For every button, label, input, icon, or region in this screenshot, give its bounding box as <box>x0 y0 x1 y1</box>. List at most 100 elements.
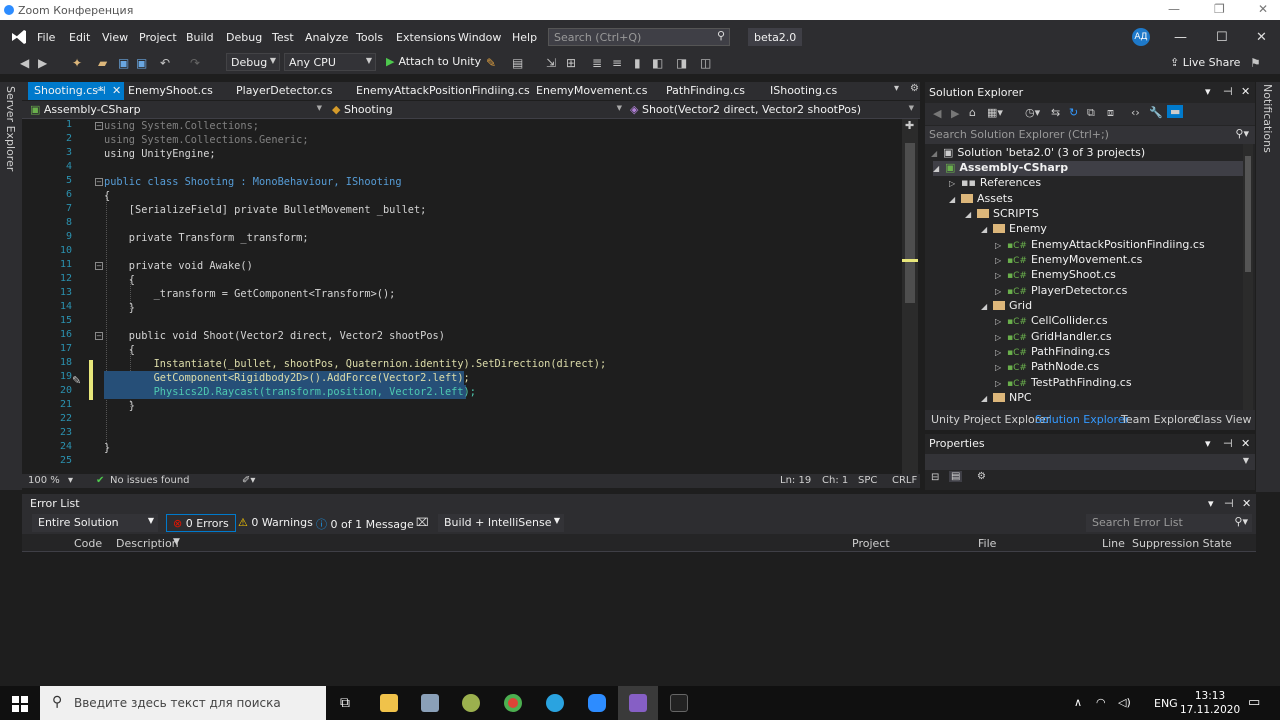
language-indicator[interactable]: ENG <box>1154 697 1178 710</box>
panel-menu-icon[interactable]: ▾ <box>1205 437 1211 450</box>
platform-dropdown[interactable]: Any CPU ▼ <box>284 53 376 71</box>
menu-file[interactable]: File <box>37 31 55 44</box>
class-dropdown[interactable]: ◆ Shooting ▼ <box>328 102 626 118</box>
tab-class-view[interactable]: Class View <box>1193 413 1252 426</box>
show-all-files-icon[interactable]: ⧈ <box>1107 106 1114 120</box>
tree-item-solution[interactable]: ◢ ▣ Solution 'beta2.0' (3 of 3 projects) <box>931 146 1145 161</box>
outdent-icon[interactable]: ≡ <box>612 56 622 70</box>
new-project-icon[interactable]: ✦ <box>72 56 82 70</box>
tree-item-npc[interactable]: ◢ NPC <box>981 391 1032 406</box>
menu-window[interactable]: Window <box>458 31 501 44</box>
chrome-icon[interactable] <box>504 694 522 712</box>
toggle-icon[interactable]: ⊞ <box>566 56 576 70</box>
tree-item-file[interactable]: ▷ ▪C# GridHandler.cs <box>995 330 1112 345</box>
fold-toggle-icon[interactable]: − <box>95 332 103 340</box>
scroll-thumb[interactable] <box>1245 156 1251 272</box>
notifications-strip[interactable]: Notifications <box>1256 82 1280 492</box>
wifi-icon[interactable]: ◠ <box>1096 696 1106 709</box>
zoom-dropdown-icon[interactable]: ▾ <box>68 475 73 486</box>
panel-menu-icon[interactable]: ▾ <box>1208 497 1214 510</box>
tree-item-file[interactable]: ▷ ▪C# TestPathFinding.cs <box>995 376 1132 391</box>
editor-scroll-thumb[interactable] <box>905 143 915 303</box>
settings-gear-icon[interactable]: ⚙ <box>910 83 919 94</box>
save-all-icon[interactable]: ▣ <box>136 56 147 70</box>
column-description[interactable]: Description <box>116 537 179 550</box>
panel-close-icon[interactable]: ✕ <box>1242 497 1251 510</box>
collapse-all-icon[interactable]: ⧉ <box>1087 106 1095 120</box>
unity-tool-icon[interactable]: ✎ <box>486 56 496 70</box>
preview-icon[interactable]: ▬ <box>1167 105 1184 118</box>
property-pages-icon[interactable]: ⚙ <box>977 471 986 482</box>
panel-pin-icon[interactable]: ⊣ <box>1223 85 1233 98</box>
tree-item-file[interactable]: ▷ ▪C# PathFinding.cs <box>995 345 1110 360</box>
column-suppression-state[interactable]: Suppression State <box>1132 537 1232 550</box>
layout-icon[interactable]: ▤ <box>512 56 523 70</box>
tree-item-file[interactable]: ▷ ▪C# CellCollider.cs <box>995 314 1108 329</box>
telegram-icon[interactable] <box>546 694 564 712</box>
messages-filter-button[interactable]: ⓘ 0 of 1 Message <box>310 514 420 532</box>
zoom-icon[interactable] <box>588 694 606 712</box>
attach-to-unity-button[interactable]: ▶ Attach to Unity <box>386 55 481 68</box>
spacing-indicator[interactable]: SPC <box>858 475 877 486</box>
member-dropdown[interactable]: ◈ Shoot(Vector2 direct, Vector2 shootPos… <box>626 102 918 118</box>
fold-toggle-icon[interactable]: − <box>95 122 103 130</box>
file-explorer-icon[interactable] <box>380 694 398 712</box>
close-icon[interactable]: ✕ <box>1256 30 1267 45</box>
code-editor[interactable]: 1 2 3 4 5 6 7 8 9 10 11 12 13 14 15 16 17 18 19 20 21 22 23 24 2… <box>22 119 920 474</box>
tree-item-file[interactable]: ▷ ▪C# PathNode.cs <box>995 360 1099 375</box>
categorized-icon[interactable]: ⊟ <box>931 472 939 483</box>
panel-pin-icon[interactable]: ⊣ <box>1224 497 1234 510</box>
app-icon[interactable] <box>462 694 480 712</box>
tree-item-file[interactable]: ▷ ▪C# EnemyShoot.cs <box>995 268 1116 283</box>
error-search-input[interactable]: Search Error List ⚲▾ <box>1086 514 1252 532</box>
menu-project[interactable]: Project <box>139 31 177 44</box>
panel-close-icon[interactable]: ✕ <box>1241 85 1250 98</box>
user-avatar[interactable]: АД <box>1132 28 1150 46</box>
tab-enemyattackposition[interactable]: EnemyAttackPositionFindiing.cs <box>350 82 536 100</box>
indent-icon[interactable]: ≣ <box>592 56 602 70</box>
menu-edit[interactable]: Edit <box>69 31 90 44</box>
menu-tools[interactable]: Tools <box>356 31 383 44</box>
column-project[interactable]: Project <box>852 537 890 550</box>
undo-icon[interactable]: ↶ <box>160 56 170 70</box>
properties-object-dropdown[interactable]: ▼ <box>925 454 1255 470</box>
tab-team-explorer[interactable]: Team Explorer <box>1121 413 1199 426</box>
panel-menu-icon[interactable]: ▾ <box>1205 85 1211 98</box>
menu-help[interactable]: Help <box>512 31 537 44</box>
menu-extensions[interactable]: Extensions <box>396 31 456 44</box>
taskbar-clock[interactable]: 13:13 17.11.2020 <box>1180 689 1240 717</box>
tab-enemymovement[interactable]: EnemyMovement.cs <box>530 82 653 100</box>
menu-analyze[interactable]: Analyze <box>305 31 348 44</box>
zoom-close-icon[interactable]: ✕ <box>1258 2 1268 16</box>
server-explorer-strip[interactable]: Server Explorer <box>0 82 22 490</box>
forward-icon[interactable]: ▶ <box>951 107 959 120</box>
minimize-icon[interactable]: — <box>1174 30 1187 45</box>
menu-build[interactable]: Build <box>186 31 214 44</box>
tab-solution-explorer[interactable]: Solution Explorer <box>1035 413 1129 426</box>
live-share-button[interactable]: ⇪ Live Share <box>1170 56 1240 69</box>
errors-filter-button[interactable]: ⊗ 0 Errors <box>166 514 236 532</box>
column-file[interactable]: File <box>978 537 996 550</box>
open-folder-icon[interactable]: ▰ <box>98 56 107 70</box>
line-ending-indicator[interactable]: CRLF <box>892 475 917 486</box>
quick-action-pencil-icon[interactable]: ✎ <box>72 374 81 387</box>
tree-item-enemy[interactable]: ◢ Enemy <box>981 222 1047 237</box>
menu-view[interactable]: View <box>102 31 128 44</box>
project-dropdown[interactable]: ▣ Assembly-CSharp ▼ <box>26 102 326 118</box>
forward-icon[interactable]: ▶ <box>38 56 47 70</box>
panel-close-icon[interactable]: ✕ <box>1241 437 1250 450</box>
tree-item-scripts[interactable]: ◢ SCRIPTS <box>965 207 1039 222</box>
maximize-icon[interactable]: ☐ <box>1216 30 1228 45</box>
bookmark-clear-icon[interactable]: ◫ <box>700 56 711 70</box>
switch-views-icon[interactable]: ▦▾ <box>987 106 1003 119</box>
volume-icon[interactable]: ◁) <box>1118 696 1131 709</box>
solution-explorer-search[interactable]: Search Solution Explorer (Ctrl+;) ⚲▾ <box>925 126 1255 144</box>
redo-icon[interactable]: ↷ <box>190 56 200 70</box>
split-plus-icon[interactable]: ✚ <box>905 119 914 132</box>
tab-list-icon[interactable]: ▾ <box>894 83 899 94</box>
tab-pathfinding[interactable]: PathFinding.cs <box>660 82 751 100</box>
configuration-dropdown[interactable]: Debug ▼ <box>226 53 280 71</box>
properties-wrench-icon[interactable]: 🔧 <box>1149 106 1163 119</box>
pending-changes-icon[interactable]: ◷▾ <box>1025 106 1040 119</box>
zoom-minimize-icon[interactable]: — <box>1168 2 1180 16</box>
